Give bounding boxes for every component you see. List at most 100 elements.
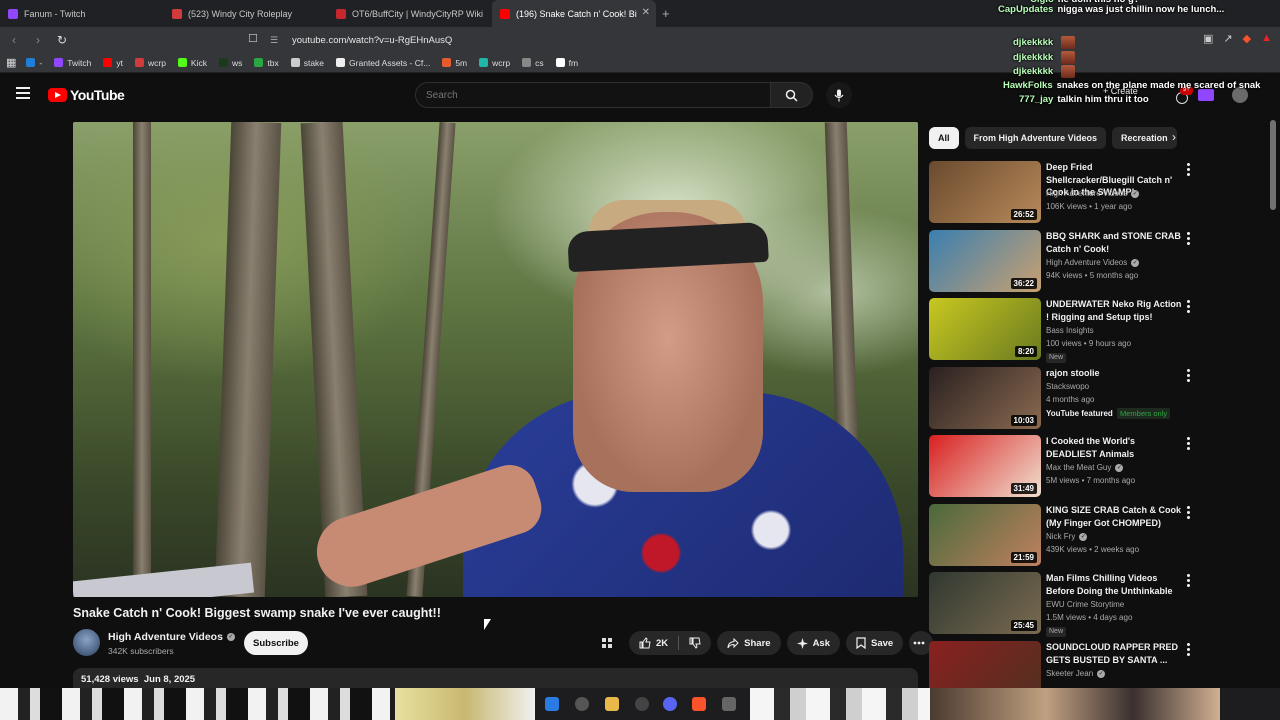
bookmark-item[interactable]: wcrp: [479, 58, 510, 68]
recommendation-item[interactable]: 31:49 I Cooked the World's DEADLIEST Anim…: [929, 435, 1199, 497]
recommendation-title[interactable]: Man Films Chilling Videos Before Doing t…: [1046, 572, 1182, 597]
address-bar[interactable]: ☰ youtube.com/watch?v=u-RgEHnAusQ: [270, 30, 990, 50]
bookmark-favicon-icon: [290, 58, 300, 67]
page-scrollbar[interactable]: [1270, 120, 1276, 210]
filter-chip[interactable]: Recreation: [1112, 127, 1177, 149]
recommendation-title[interactable]: I Cooked the World's DEADLIEST Animals: [1046, 435, 1182, 460]
video-player[interactable]: [73, 122, 918, 597]
recommendation-title[interactable]: UNDERWATER Neko Rig Action ! Rigging and…: [1046, 298, 1182, 323]
save-button[interactable]: Save: [846, 631, 904, 655]
recommendation-item[interactable]: 26:52 Deep Fried Shellcracker/Bluegill Ca…: [929, 161, 1199, 223]
filter-chip[interactable]: All: [929, 127, 959, 149]
search-taskbar-icon[interactable]: [575, 697, 589, 711]
bookmark-icon[interactable]: ☐: [248, 32, 258, 45]
browser-tab[interactable]: Fanum - Twitch: [0, 0, 164, 27]
recommendation-channel[interactable]: High Adventure Videos ✓: [1046, 258, 1140, 267]
video-thumbnail[interactable]: 31:49: [929, 435, 1041, 497]
recommendation-channel[interactable]: Stackswopo: [1046, 382, 1089, 391]
site-info-icon[interactable]: ☰: [270, 35, 282, 46]
recommendation-item[interactable]: 21:59 KING SIZE CRAB Catch & Cook (My Fin…: [929, 504, 1199, 566]
video-thumbnail[interactable]: 25:45: [929, 572, 1041, 634]
recommendation-channel[interactable]: High Adventure Videos ✓: [1046, 189, 1140, 198]
reload-icon[interactable]: ↻: [52, 33, 72, 47]
chat-message: 777_jay talkin him thru it too: [1019, 92, 1149, 107]
recommendation-item[interactable]: 8:20 UNDERWATER Neko Rig Action ! Rigging…: [929, 298, 1199, 363]
thumbs-down-icon: [689, 637, 701, 649]
bookmark-item[interactable]: tbx: [254, 58, 279, 68]
channel-name[interactable]: High Adventure Videos ✓: [108, 631, 235, 643]
more-vertical-icon[interactable]: [1187, 369, 1191, 382]
recommendation-item[interactable]: 25:45 Man Films Chilling Videos Before Do…: [929, 572, 1199, 637]
browser-tab[interactable]: (523) Windy City Roleplay: [164, 0, 328, 27]
tab-close-icon[interactable]: ✕: [642, 7, 650, 18]
bookmark-label: -: [39, 57, 43, 68]
bookmark-item[interactable]: fm: [555, 58, 578, 68]
share-button[interactable]: Share: [717, 631, 781, 655]
apps-icon[interactable]: ▦: [6, 56, 16, 69]
discord-icon[interactable]: [663, 697, 677, 711]
recommendation-title[interactable]: BBQ SHARK and STONE CRAB Catch n' Cook!: [1046, 230, 1182, 255]
terminal-icon[interactable]: [722, 697, 736, 711]
grid-icon[interactable]: [596, 631, 623, 655]
video-thumbnail[interactable]: 8:20: [929, 298, 1041, 360]
bookmark-item[interactable]: Twitch: [54, 58, 91, 68]
video-thumbnail[interactable]: 36:22: [929, 230, 1041, 292]
menu-icon[interactable]: [16, 87, 30, 99]
chat-emote-icon: [1061, 64, 1076, 78]
file-explorer-icon[interactable]: [605, 697, 619, 711]
bookmark-item[interactable]: 5m: [442, 58, 467, 68]
bookmark-item[interactable]: Granted Assets - Cf...: [336, 58, 430, 68]
recommendation-channel[interactable]: Skeeter Jean ✓: [1046, 669, 1106, 678]
bookmark-item[interactable]: -: [26, 58, 42, 68]
recommendation-title[interactable]: rajon stoolie: [1046, 367, 1182, 380]
bookmark-item[interactable]: wcrp: [134, 58, 166, 68]
bookmark-item[interactable]: ws: [218, 58, 242, 68]
ask-button[interactable]: Ask: [786, 631, 840, 655]
recommendation-item[interactable]: 36:22 BBQ SHARK and STONE CRAB Catch n' C…: [929, 230, 1199, 292]
new-tab-icon[interactable]: +: [662, 6, 670, 21]
recommendation-title[interactable]: SOUNDCLOUD RAPPER PRED GETS BUSTED BY SA…: [1046, 641, 1182, 666]
video-thumbnail[interactable]: 26:52: [929, 161, 1041, 223]
bookmark-item[interactable]: cs: [522, 58, 544, 68]
video-thumbnail[interactable]: 21:59: [929, 504, 1041, 566]
browser-tab[interactable]: OT6/BuffCity | WindyCityRP Wiki | Fa: [328, 0, 492, 27]
more-vertical-icon[interactable]: [1187, 163, 1191, 176]
more-vertical-icon[interactable]: [1187, 232, 1191, 245]
subscribe-button[interactable]: Subscribe: [244, 631, 308, 655]
bookmark-item[interactable]: yt: [103, 58, 123, 68]
video-thumbnail[interactable]: 10:03: [929, 367, 1041, 429]
brave-icon[interactable]: [692, 697, 706, 711]
recommendation-title[interactable]: KING SIZE CRAB Catch & Cook (My Finger G…: [1046, 504, 1182, 529]
voice-search-button[interactable]: [826, 82, 852, 108]
more-vertical-icon[interactable]: [1187, 574, 1191, 587]
verified-icon: ✓: [1131, 189, 1140, 198]
forward-icon[interactable]: ›: [28, 33, 48, 47]
like-button[interactable]: 2K: [629, 631, 678, 655]
recommendation-channel[interactable]: Bass Insights: [1046, 326, 1094, 335]
chrome-icon[interactable]: [635, 697, 649, 711]
dislike-button[interactable]: [679, 631, 711, 655]
recommendation-channel[interactable]: EWU Crime Storytime: [1046, 600, 1124, 609]
recommendation-item[interactable]: 10:03 rajon stoolie Stackswopo 4 months ago…: [929, 367, 1199, 429]
taskbar-overlay-graphic: [750, 688, 930, 720]
back-icon[interactable]: ‹: [4, 33, 24, 47]
bookmark-favicon-icon: [218, 58, 228, 67]
new-badge: New: [1046, 627, 1067, 637]
bookmark-item[interactable]: Kick: [177, 58, 207, 68]
search-input[interactable]: [415, 82, 771, 108]
filter-chip[interactable]: From High Adventure Videos: [964, 127, 1107, 149]
browser-tab[interactable]: (196) Snake Catch n' Cook! Bi ✕: [492, 0, 656, 27]
more-vertical-icon[interactable]: [1187, 643, 1191, 656]
bookmark-item[interactable]: stake: [290, 58, 324, 68]
recommendation-channel[interactable]: Nick Fry ✓: [1046, 532, 1088, 541]
recommendation-channel[interactable]: Max the Meat Guy ✓: [1046, 463, 1124, 472]
recommendation-meta: 4 months ago: [1046, 395, 1095, 404]
channel-avatar[interactable]: [73, 629, 100, 656]
more-vertical-icon[interactable]: [1187, 300, 1191, 313]
windows-start-icon[interactable]: [545, 697, 559, 711]
chevron-right-icon[interactable]: ›: [1172, 130, 1176, 144]
more-vertical-icon[interactable]: [1187, 506, 1191, 519]
youtube-logo[interactable]: YouTube: [48, 87, 125, 103]
search-button[interactable]: [771, 82, 813, 108]
more-vertical-icon[interactable]: [1187, 437, 1191, 450]
